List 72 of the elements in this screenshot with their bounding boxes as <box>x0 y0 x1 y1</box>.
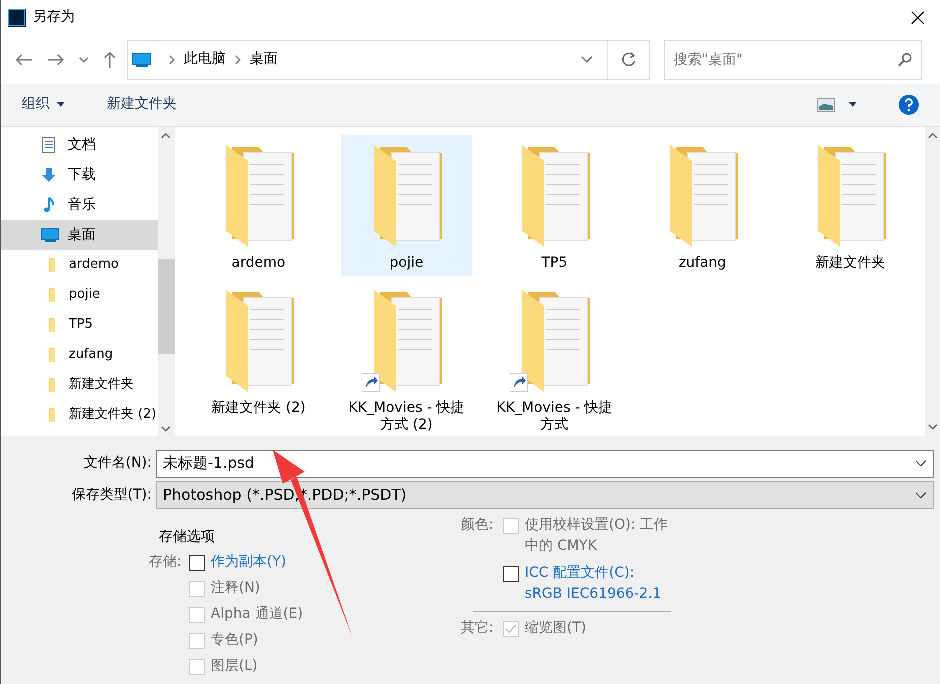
scroll-down-icon[interactable] <box>928 424 938 430</box>
group-label: 存储: <box>149 552 183 572</box>
scrollbar[interactable] <box>925 126 940 436</box>
help-icon[interactable] <box>899 94 919 115</box>
file-item[interactable]: KK_Movies - 快捷方式 <box>489 280 620 438</box>
address-bar[interactable]: 此电脑 桌面 <box>127 40 650 80</box>
view-image-icon[interactable] <box>817 98 835 112</box>
chevron-down-icon[interactable] <box>915 492 927 499</box>
option-label: 图层(L) <box>211 656 258 676</box>
file-item[interactable]: TP5 <box>489 134 620 276</box>
folder-icon <box>49 378 55 392</box>
sidebar-item[interactable]: 下载 <box>1 160 158 190</box>
sidebar-item[interactable]: TP5 <box>1 310 158 340</box>
folder-icon <box>49 348 55 362</box>
search-icon <box>898 52 912 67</box>
organize-button[interactable]: 组织 <box>22 94 65 116</box>
scroll-up-icon[interactable] <box>161 132 172 139</box>
field-label: 文件名(N): <box>82 454 153 474</box>
sidebar-item[interactable]: 新建文件夹 (2) <box>1 400 158 430</box>
sidebar-item[interactable]: pojie <box>1 280 158 310</box>
filename-field[interactable]: 未标题-1.psd <box>156 450 934 478</box>
close-icon[interactable] <box>911 10 925 25</box>
sidebar-item[interactable]: zufang <box>1 340 158 370</box>
caret-icon <box>57 102 65 108</box>
sidebar-item[interactable]: ardemo <box>1 250 158 280</box>
monitor-icon <box>41 226 60 244</box>
search-field[interactable]: 搜索"桌面" <box>664 40 922 80</box>
sidebar-item[interactable]: 音乐 <box>1 190 158 220</box>
forward-arrow-icon[interactable] <box>47 52 65 67</box>
option-label: 注释(N) <box>211 578 260 598</box>
group-label: 颜色: <box>461 516 495 535</box>
file-item[interactable]: ardemo <box>193 134 324 276</box>
field-label: 保存类型(T): <box>70 486 153 505</box>
scrollbar[interactable] <box>158 126 176 436</box>
option-label: ICC 配置文件(C): sRGB IEC61966-2.1 <box>525 564 663 604</box>
sidebar-item[interactable]: 桌面 <box>1 220 158 250</box>
folder-icon <box>49 258 55 272</box>
sidebar-item[interactable]: 新建文件夹 <box>1 370 158 400</box>
chevron-right-icon <box>234 54 242 65</box>
checkbox[interactable] <box>189 554 205 571</box>
option-label: 使用校样设置(O): 工作中的 CMYK <box>525 516 670 556</box>
monitor-icon <box>132 52 152 67</box>
file-item[interactable]: KK_Movies - 快捷方式 (2) <box>341 280 472 438</box>
option-label: 专色(P) <box>211 630 258 650</box>
window-title: 另存为 <box>33 8 75 28</box>
checkbox[interactable] <box>503 566 519 582</box>
chevron-down-icon[interactable] <box>915 460 927 468</box>
chevron-down-icon[interactable] <box>581 56 593 64</box>
option-label: 缩览图(T) <box>525 618 586 638</box>
option-label: Alpha 通道(E) <box>211 604 304 624</box>
photoshop-app-icon <box>8 8 26 27</box>
scroll-down-icon[interactable] <box>161 426 172 432</box>
file-item[interactable]: zufang <box>637 134 768 276</box>
file-item[interactable]: 新建文件夹 (2) <box>193 280 324 438</box>
back-arrow-icon[interactable] <box>15 52 33 67</box>
file-item[interactable]: pojie <box>341 134 472 276</box>
breadcrumb-item[interactable]: 桌面 <box>250 49 278 70</box>
option-label: 作为副本(Y) <box>211 552 286 572</box>
new-folder-button[interactable]: 新建文件夹 <box>107 94 177 116</box>
scroll-up-icon[interactable] <box>928 132 938 139</box>
sidebar-item[interactable]: 文档 <box>1 130 158 160</box>
dropdown-caret-icon[interactable] <box>849 102 857 108</box>
chevron-right-icon <box>168 54 176 65</box>
options-title: 存储选项 <box>159 528 216 547</box>
folder-icon <box>49 408 55 422</box>
up-arrow-icon[interactable] <box>103 50 117 69</box>
refresh-icon[interactable] <box>620 52 636 68</box>
folder-icon <box>49 318 55 332</box>
folder-icon <box>49 288 55 302</box>
breadcrumb-item[interactable]: 此电脑 <box>184 49 226 70</box>
group-label: 其它: <box>461 618 495 638</box>
file-item[interactable]: 新建文件夹 <box>785 134 916 276</box>
